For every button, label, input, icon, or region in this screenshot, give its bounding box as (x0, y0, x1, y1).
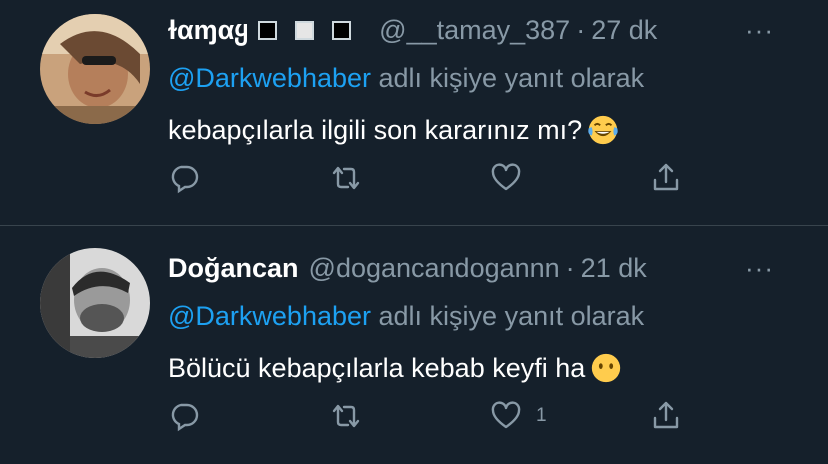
reply-icon (171, 403, 199, 432)
reply-button[interactable] (168, 400, 200, 432)
black-square-icon (332, 20, 352, 40)
like-icon (491, 163, 521, 191)
reply-context-text: adlı kişiye yanıt olarak (371, 63, 645, 93)
reply-context: @Darkwebhaber adlı kişiye yanıt olarak (168, 298, 808, 334)
display-name[interactable]: ɫαɱαყ (168, 15, 248, 46)
retweet-icon (332, 404, 360, 428)
reply-mention-link[interactable]: @Darkwebhaber (168, 301, 371, 331)
user-handle[interactable]: @dogancandogannn (309, 253, 560, 284)
retweet-button[interactable] (330, 400, 362, 432)
tweet-text-body: kebapçılarla ilgili son kararınız mı? (168, 115, 583, 145)
timestamp[interactable]: 21 dk (581, 253, 647, 284)
separator-dot: · (565, 252, 575, 283)
like-count: 1 (536, 405, 547, 426)
share-icon (653, 401, 679, 429)
like-button[interactable]: 1 (490, 400, 547, 432)
white-square-icon (295, 20, 315, 40)
name-emoji-squares (258, 20, 369, 40)
avatar[interactable] (40, 248, 150, 358)
more-icon[interactable]: ··· (745, 246, 774, 290)
retweet-button[interactable] (330, 162, 362, 194)
reply-context-text: adlı kişiye yanıt olarak (371, 301, 645, 331)
reply-mention-link[interactable]: @Darkwebhaber (168, 63, 371, 93)
tweet-actions: 1 (168, 400, 708, 436)
tweet[interactable]: Doğancan @dogancandogannn · 21 dk @Darkw… (0, 225, 828, 450)
share-button[interactable] (650, 162, 682, 194)
like-button[interactable] (490, 162, 536, 194)
more-icon[interactable]: ··· (745, 8, 774, 52)
tweet-actions (168, 162, 708, 198)
tweet-header: Doğancan @dogancandogannn · 21 dk (168, 246, 808, 290)
user-handle[interactable]: @__tamay_387 (379, 15, 570, 46)
tweet-text: kebapçılarla ilgili son kararınız mı? (168, 112, 808, 148)
reply-icon (171, 165, 199, 194)
black-square-icon (258, 20, 278, 40)
avatar[interactable] (40, 14, 150, 124)
retweet-icon (332, 166, 360, 190)
no-mouth-emoji-icon (592, 353, 621, 383)
reply-button[interactable] (168, 162, 200, 194)
timestamp[interactable]: 27 dk (591, 15, 657, 46)
separator-dot: · (576, 14, 586, 45)
tweet-header: ɫαɱαყ @__tamay_387 · 27 dk (168, 8, 808, 52)
reply-context: @Darkwebhaber adlı kişiye yanıt olarak (168, 60, 808, 96)
tweet-text: Bölücü kebapçılarla kebab keyfi ha (168, 350, 808, 386)
display-name[interactable]: Doğancan (168, 253, 299, 284)
tweet-text-body: Bölücü kebapçılarla kebab keyfi ha (168, 353, 586, 383)
laughing-tears-emoji-icon (588, 115, 618, 145)
share-icon (653, 163, 679, 191)
share-button[interactable] (650, 400, 682, 432)
tweet[interactable]: ɫαɱαყ @__tamay_387 · 27 dk @Darkwebhaber… (0, 0, 828, 225)
like-icon (491, 401, 521, 429)
